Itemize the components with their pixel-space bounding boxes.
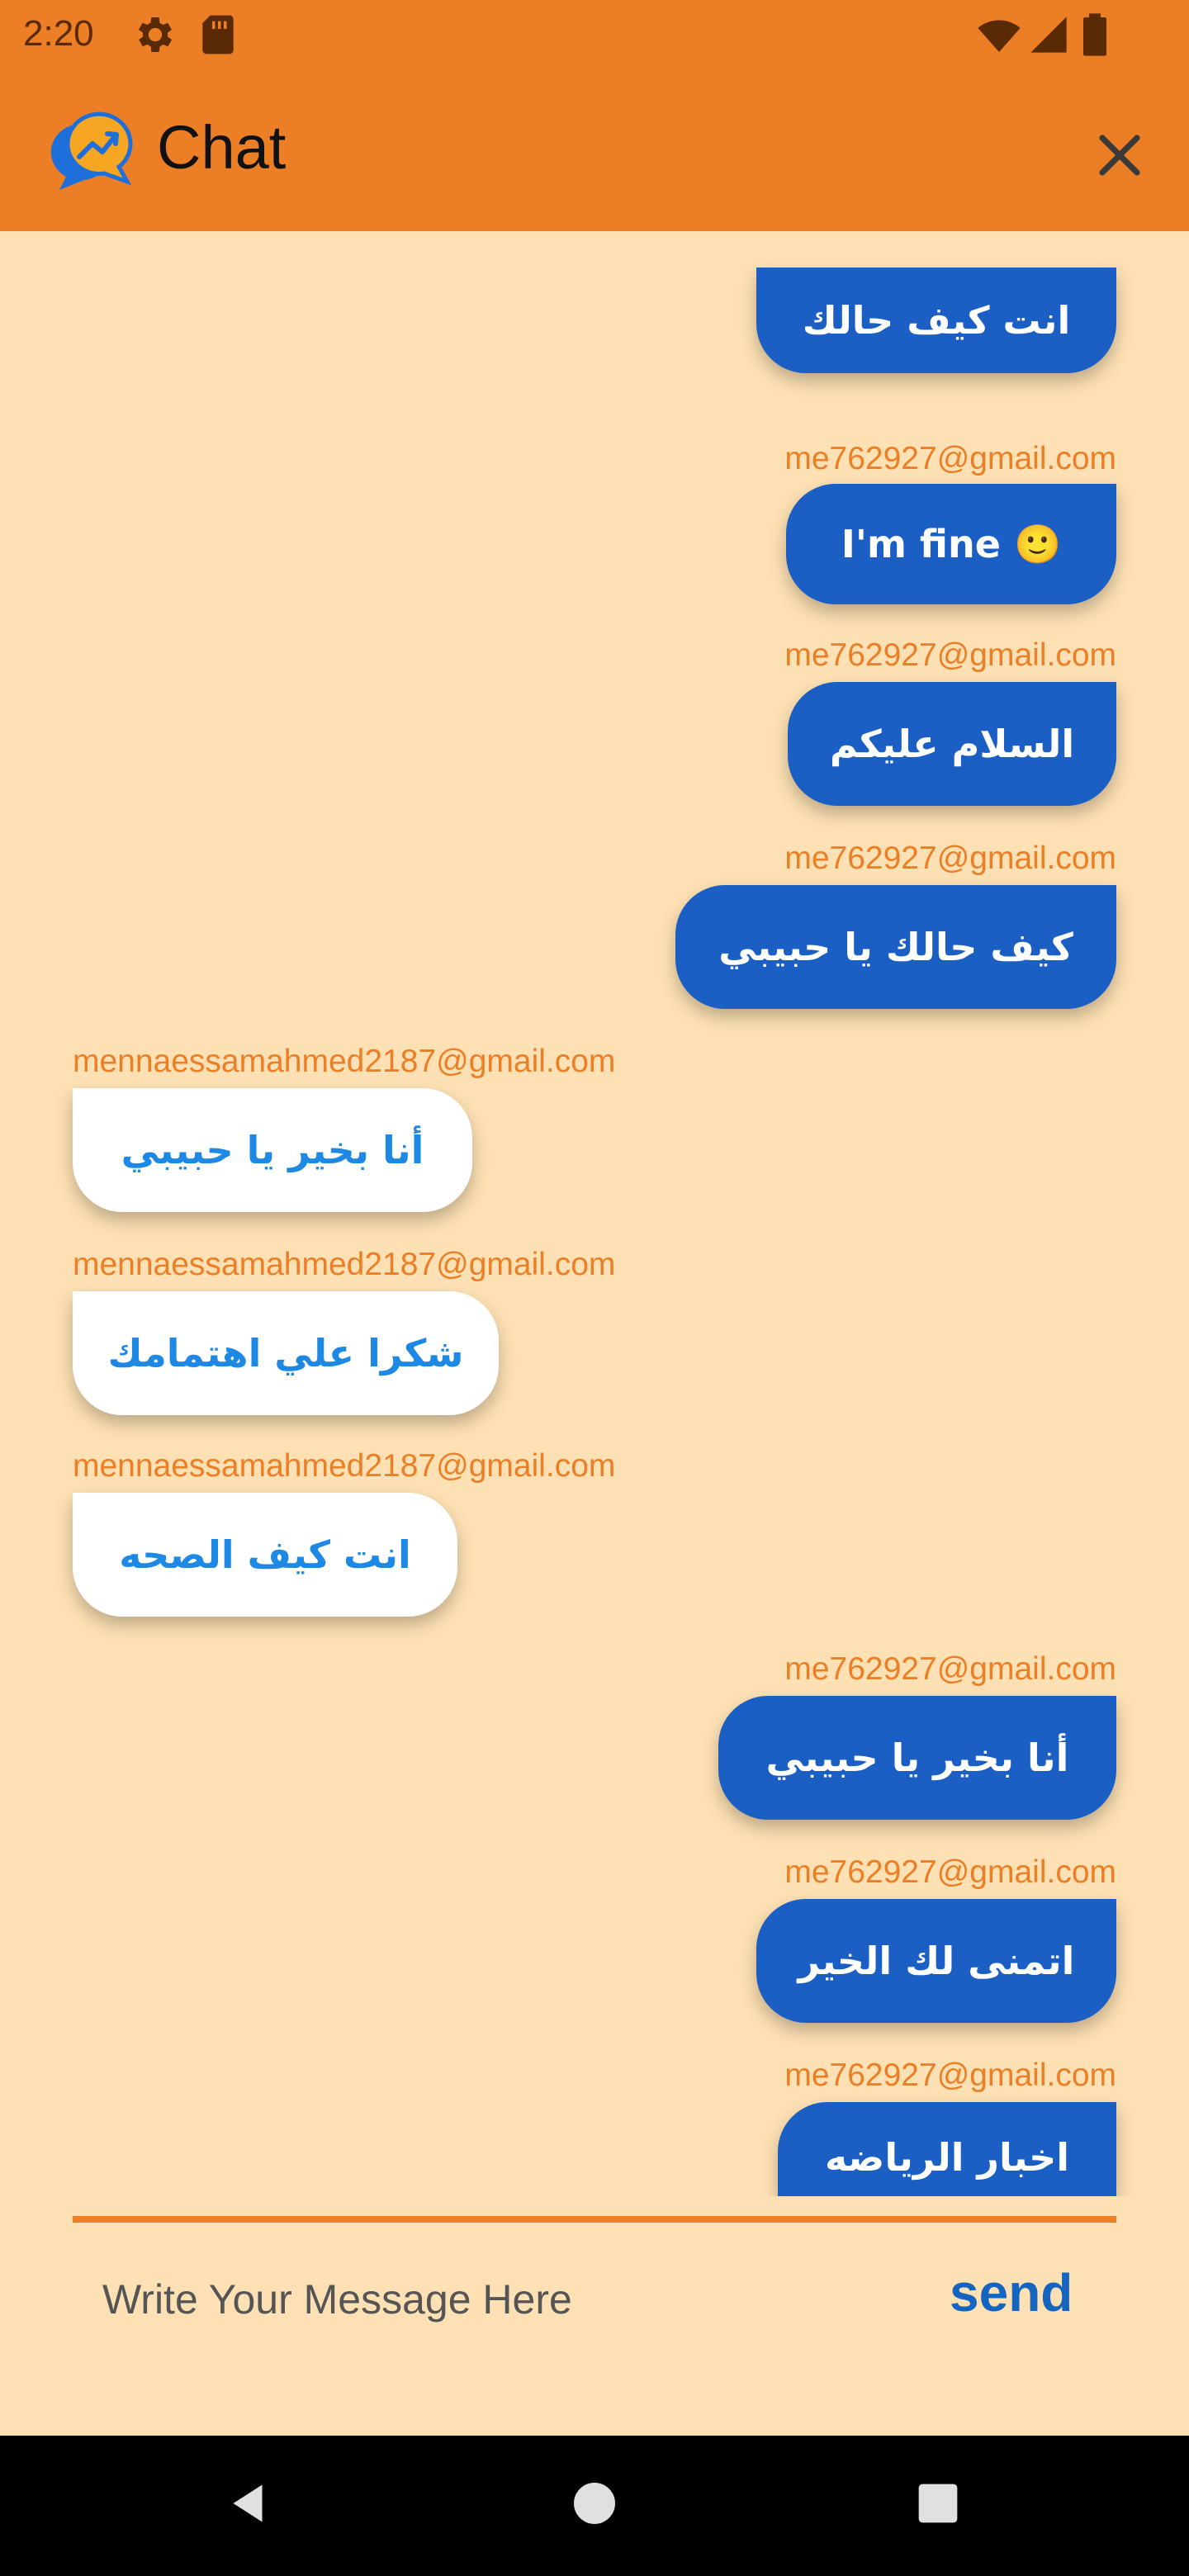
chat-bubble-sent[interactable]: السلام عليكم: [788, 682, 1116, 806]
back-icon[interactable]: [223, 2477, 272, 2530]
chat-bubble-sent[interactable]: اتمنى لك الخير: [756, 1899, 1116, 2023]
chat-logo-icon: [50, 111, 133, 190]
battery-icon: [1083, 13, 1106, 56]
sender-email: me762927@gmail.com: [784, 1854, 1116, 1890]
sender-email: mennaessamahmed2187@gmail.com: [73, 1044, 616, 1079]
home-icon[interactable]: [570, 2479, 619, 2528]
system-nav-bar: [0, 2436, 1189, 2576]
send-button[interactable]: send: [950, 2262, 1073, 2323]
sender-email: me762927@gmail.com: [784, 637, 1116, 673]
chat-message-list[interactable]: انت كيف حالك me762927@gmail.com I'm fine…: [0, 231, 1189, 2196]
signal-icon: [1030, 17, 1067, 53]
chat-bubble-received[interactable]: انت كيف الصحه: [73, 1493, 457, 1617]
sender-email: mennaessamahmed2187@gmail.com: [73, 1247, 616, 1282]
sender-email: mennaessamahmed2187@gmail.com: [73, 1448, 616, 1484]
status-bar: 2:20: [0, 0, 1189, 69]
status-time: 2:20: [23, 13, 94, 54]
sender-email: me762927@gmail.com: [784, 441, 1116, 476]
message-input[interactable]: [73, 2254, 915, 2345]
page-title: Chat: [157, 113, 287, 182]
chat-bubble-sent[interactable]: أنا بخير يا حبيبي: [718, 1696, 1116, 1820]
sender-email: me762927@gmail.com: [784, 1651, 1116, 1687]
sender-email: me762927@gmail.com: [784, 841, 1116, 876]
sender-email: me762927@gmail.com: [784, 2057, 1116, 2093]
chat-bubble-received[interactable]: أنا بخير يا حبيبي: [73, 1088, 472, 1212]
chat-bubble-sent[interactable]: انت كيف حالك: [756, 268, 1116, 373]
close-icon[interactable]: [1090, 125, 1149, 185]
recents-icon[interactable]: [915, 2480, 961, 2526]
chat-bubble-sent[interactable]: اخبار الرياضه: [778, 2102, 1116, 2196]
composer-divider: [73, 2216, 1116, 2223]
app-bar: Chat: [0, 69, 1189, 231]
chat-bubble-sent[interactable]: I'm fine 🙂: [786, 484, 1116, 604]
chat-bubble-sent[interactable]: كيف حالك يا حبيبي: [675, 885, 1116, 1009]
settings-icon: [138, 17, 173, 52]
sd-card-icon: [202, 15, 234, 54]
wifi-icon: [978, 20, 1021, 52]
chat-bubble-received[interactable]: شكرا علي اهتمامك: [73, 1291, 499, 1415]
